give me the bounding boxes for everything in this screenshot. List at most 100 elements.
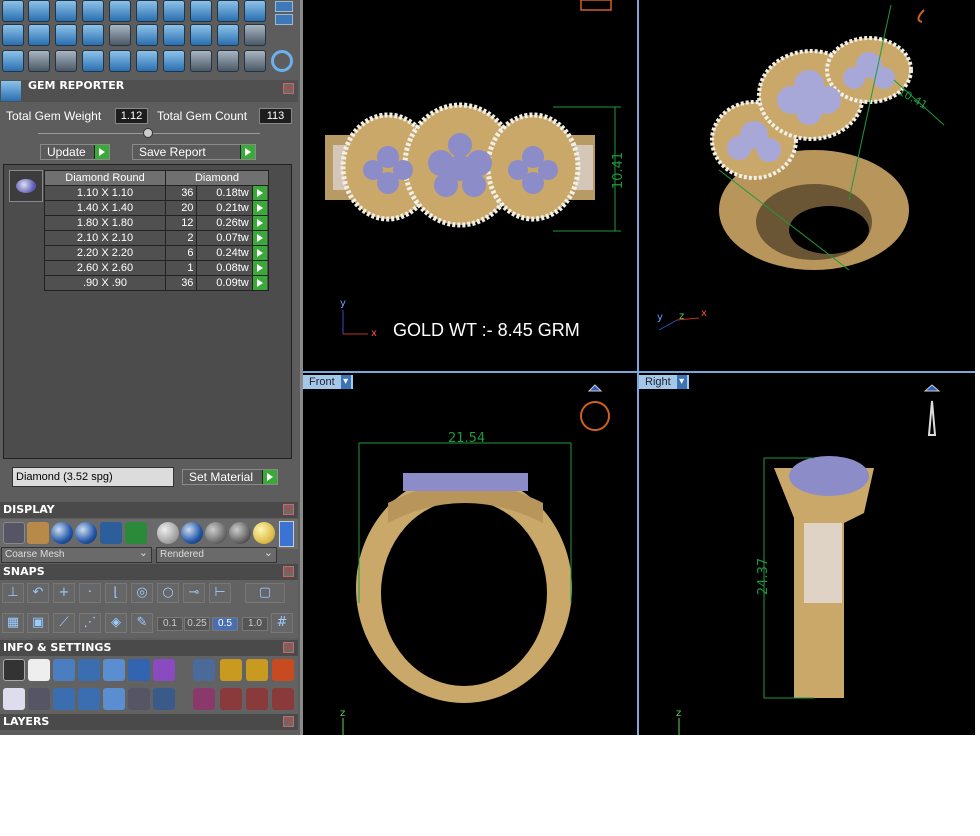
report-icon[interactable]	[153, 688, 175, 710]
import-icon[interactable]	[246, 659, 268, 681]
shaded-sphere-icon[interactable]	[51, 522, 73, 544]
info-settings-close-icon[interactable]: ✕	[283, 642, 294, 653]
environment-icon[interactable]	[100, 522, 122, 544]
snap-center-icon[interactable]: ◎	[131, 583, 153, 603]
snap-grid-toggle-icon[interactable]: #	[271, 613, 293, 633]
rotate-target-icon[interactable]	[272, 688, 294, 710]
viewport-top[interactable]: 10.41 y x GOLD WT :- 8.45 GRM	[303, 0, 637, 371]
material-select[interactable]: Diamond (3.52 spg)	[12, 466, 174, 487]
diamond-icon[interactable]	[28, 24, 50, 46]
table-row[interactable]: 1.80 X 1.80 12 0.26tw	[44, 215, 270, 231]
monitor-icon[interactable]	[28, 688, 50, 710]
sweep-tool-icon[interactable]	[82, 24, 104, 46]
table-row[interactable]: 2.20 X 2.20 6 0.24tw	[44, 245, 270, 261]
snap-dash-icon[interactable]: ⋰	[79, 613, 101, 633]
pin-icon[interactable]	[193, 688, 215, 710]
update-button[interactable]: Update	[40, 144, 110, 160]
close-file-icon[interactable]	[272, 659, 294, 681]
snap-diagonal-icon[interactable]: ⟋	[53, 613, 75, 633]
blue-sphere-icon[interactable]	[181, 522, 203, 544]
rendered-sphere-icon[interactable]	[75, 522, 97, 544]
snap-curve-icon[interactable]: ↶	[27, 583, 49, 603]
snap-value-1[interactable]: 0.1	[157, 617, 183, 631]
render-select[interactable]: Rendered	[156, 546, 277, 563]
gear-tool-icon[interactable]	[244, 0, 266, 22]
slider-handle[interactable]	[143, 128, 153, 138]
display-side-toggle[interactable]	[279, 521, 294, 547]
bead-tool-icon[interactable]	[190, 24, 212, 46]
move-tool-icon[interactable]	[109, 50, 131, 72]
row-go-button[interactable]	[251, 200, 270, 216]
play-tool-icon[interactable]	[217, 0, 239, 22]
snap-point-icon[interactable]: ·	[79, 583, 101, 603]
snap-circle-icon[interactable]: ○	[157, 583, 179, 603]
target-icon[interactable]	[220, 688, 242, 710]
save-report-button[interactable]: Save Report	[132, 144, 256, 160]
row-go-button[interactable]	[251, 245, 270, 261]
split-tool-icon[interactable]	[82, 50, 104, 72]
snap-value-4[interactable]: 1.0	[242, 617, 268, 631]
panel-toggle-icon[interactable]	[275, 1, 293, 12]
gold-sphere-icon[interactable]	[253, 522, 275, 544]
grid-view-icon[interactable]	[125, 522, 147, 544]
snap-eye-icon[interactable]: ◈	[105, 613, 127, 633]
layers-close-icon[interactable]: ✕	[283, 716, 294, 727]
gem-reporter-close-icon[interactable]: ✕	[283, 83, 294, 94]
cube-info-icon[interactable]	[78, 659, 100, 681]
gem-array-icon[interactable]	[136, 0, 158, 22]
snap-grid-icon[interactable]: ⊥	[2, 583, 24, 603]
export-icon[interactable]	[220, 659, 242, 681]
select-tool-icon[interactable]	[2, 0, 24, 22]
row-go-button[interactable]	[251, 230, 270, 246]
snap-cube-icon[interactable]: ▣	[27, 613, 49, 633]
leaf-tool-icon[interactable]	[163, 0, 185, 22]
settings-gear-icon[interactable]	[3, 659, 25, 681]
document-icon[interactable]	[103, 659, 125, 681]
table-row[interactable]: 1.40 X 1.40 20 0.21tw	[44, 200, 270, 216]
curve-tool-icon[interactable]	[28, 0, 50, 22]
trim-tool-icon[interactable]	[55, 50, 77, 72]
table-row[interactable]: 2.10 X 2.10 2 0.07tw	[44, 230, 270, 246]
filter-icon[interactable]	[103, 688, 125, 710]
link-tool-icon[interactable]	[190, 50, 212, 72]
pave-tool-icon[interactable]	[217, 24, 239, 46]
wireframe-icon[interactable]	[3, 522, 25, 544]
snap-plane-icon[interactable]: ▦	[2, 613, 24, 633]
snap-box-icon[interactable]: ▢	[245, 583, 285, 603]
surface-tool-icon[interactable]	[55, 24, 77, 46]
spray-tool-icon[interactable]	[163, 50, 185, 72]
set-material-button[interactable]: Set Material	[182, 469, 278, 485]
sparkle-tool-icon[interactable]	[190, 0, 212, 22]
snap-cross-icon[interactable]: +	[53, 583, 75, 603]
pencil-edit-icon[interactable]	[128, 659, 150, 681]
right-view-tab[interactable]: Right	[639, 375, 689, 389]
row-go-button[interactable]	[251, 215, 270, 231]
purple-cube-icon[interactable]	[153, 659, 175, 681]
inspect-icon[interactable]	[28, 659, 50, 681]
array-tool-icon[interactable]	[109, 0, 131, 22]
mirror-tool-icon[interactable]	[217, 50, 239, 72]
viewport-perspective[interactable]: 10.41 y z x	[639, 0, 975, 371]
add-grid-icon[interactable]	[82, 0, 104, 22]
table-row[interactable]: 1.10 X 1.10 36 0.18tw	[44, 185, 270, 201]
measure-icon[interactable]	[128, 688, 150, 710]
snap-pen-icon[interactable]: ✎	[131, 613, 153, 633]
mesh-select[interactable]: Coarse Mesh	[1, 546, 152, 563]
row-go-button[interactable]	[251, 185, 270, 201]
pencil-tool-icon[interactable]	[136, 24, 158, 46]
bend-tool-icon[interactable]	[136, 50, 158, 72]
table-row[interactable]: 2.60 X 2.60 1 0.08tw	[44, 260, 270, 276]
snap-corner-icon[interactable]: ⌊	[105, 583, 127, 603]
snaps-close-icon[interactable]: ✕	[283, 566, 294, 577]
chrome-sphere-icon[interactable]	[157, 522, 179, 544]
add-point-icon[interactable]	[55, 0, 77, 22]
row-go-button[interactable]	[251, 275, 270, 291]
display-close-icon[interactable]: ✕	[283, 504, 294, 515]
page-tool-icon[interactable]	[109, 24, 131, 46]
black-sphere-icon[interactable]	[229, 522, 251, 544]
snap-value-3[interactable]: 0.5	[212, 617, 238, 631]
gem-thumbnail[interactable]	[9, 170, 43, 202]
arc-tool-icon[interactable]	[28, 50, 50, 72]
move-target-icon[interactable]	[246, 688, 268, 710]
render-scene-icon[interactable]	[193, 659, 215, 681]
